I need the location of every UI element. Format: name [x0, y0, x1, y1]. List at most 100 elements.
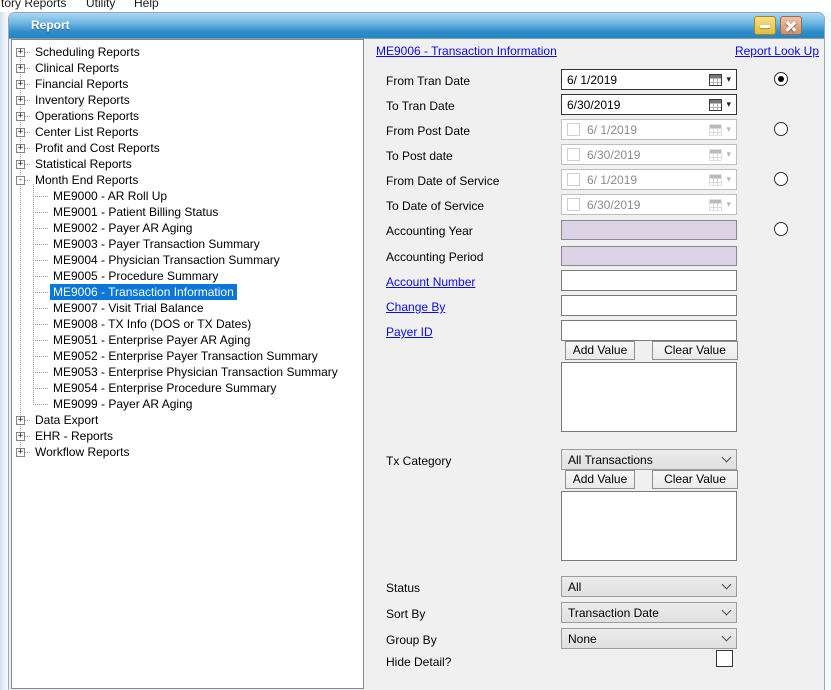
tree-item[interactable]: + Statistical Reports [12, 156, 363, 172]
tree-item-label[interactable]: ME9052 - Enterprise Payer Transaction Su… [50, 348, 321, 364]
tree-item-label[interactable]: Operations Reports [32, 108, 142, 124]
tree-item-label[interactable]: Profit and Cost Reports [32, 140, 163, 156]
tx-category-dropdown[interactable]: All Transactions [561, 449, 737, 470]
report-title-link[interactable]: ME9006 - Transaction Information [376, 44, 557, 58]
tree-item[interactable]: ME9003 - Payer Transaction Summary [12, 236, 363, 252]
tree-item-label[interactable]: Center List Reports [32, 124, 141, 140]
close-button[interactable] [780, 16, 802, 35]
expand-icon[interactable]: + [16, 144, 25, 153]
tree-item-label[interactable]: ME9004 - Physician Transaction Summary [50, 252, 283, 268]
sort-by-dropdown[interactable]: Transaction Date [561, 602, 737, 623]
tree-item[interactable]: + Clinical Reports [12, 60, 363, 76]
payer-id-link[interactable]: Payer ID [386, 325, 433, 339]
tree-item-label[interactable]: ME9054 - Enterprise Procedure Summary [50, 380, 279, 396]
post-date-radio[interactable] [774, 122, 788, 136]
tree-item-label[interactable]: ME9008 - TX Info (DOS or TX Dates) [50, 316, 254, 332]
tree-item[interactable]: + Scheduling Reports [12, 44, 363, 60]
tree-item-label[interactable]: Inventory Reports [32, 92, 133, 108]
date-enable-checkbox[interactable] [567, 148, 580, 161]
calendar-icon[interactable] [709, 74, 722, 86]
date-enable-checkbox[interactable] [567, 123, 580, 136]
collapse-icon[interactable]: - [16, 176, 25, 185]
tree-item[interactable]: + Profit and Cost Reports [12, 140, 363, 156]
to-tran-date-field[interactable]: 6/30/2019 ▾ [561, 94, 737, 115]
tree-item-label[interactable]: Data Export [32, 412, 101, 428]
minimize-button[interactable] [754, 16, 776, 35]
tree-item-label[interactable]: Financial Reports [32, 76, 131, 92]
tree-item-label[interactable]: ME9000 - AR Roll Up [50, 188, 170, 204]
add-value-button[interactable]: Add Value [565, 341, 635, 360]
tree-item-label[interactable]: Month End Reports [32, 172, 141, 188]
tree-item[interactable]: ME9006 - Transaction Information [12, 284, 363, 300]
tree-item[interactable]: ME9054 - Enterprise Procedure Summary [12, 380, 363, 396]
tree-item[interactable]: + Center List Reports [12, 124, 363, 140]
hide-detail-checkbox[interactable] [716, 650, 733, 667]
title-bar[interactable]: Report [9, 13, 824, 39]
clear-value-button[interactable]: Clear Value [652, 341, 738, 360]
expand-icon[interactable]: + [16, 448, 25, 457]
tree-item[interactable]: + Operations Reports [12, 108, 363, 124]
tree-item[interactable]: + EHR - Reports [12, 428, 363, 444]
tree-item[interactable]: ME9052 - Enterprise Payer Transaction Su… [12, 348, 363, 364]
expand-icon[interactable]: + [16, 96, 25, 105]
tree-item-label[interactable]: Clinical Reports [32, 60, 122, 76]
tree-item-label[interactable]: ME9053 - Enterprise Physician Transactio… [50, 364, 341, 380]
tree-item-label[interactable]: ME9099 - Payer AR Aging [50, 396, 195, 412]
menu-item-utility[interactable]: Utility [86, 0, 115, 10]
tree-item[interactable]: ME9008 - TX Info (DOS or TX Dates) [12, 316, 363, 332]
tree-item-label[interactable]: ME9006 - Transaction Information [50, 284, 237, 300]
tree-item[interactable]: + Inventory Reports [12, 92, 363, 108]
tree-item-label[interactable]: ME9002 - Payer AR Aging [50, 220, 195, 236]
tree-item-label[interactable]: ME9051 - Enterprise Payer AR Aging [50, 332, 253, 348]
add-value-button[interactable]: Add Value [565, 470, 635, 489]
expand-icon[interactable]: + [16, 80, 25, 89]
tx-category-listbox[interactable] [561, 491, 737, 561]
expand-icon[interactable]: + [16, 416, 25, 425]
payer-id-input[interactable] [561, 320, 737, 341]
expand-icon[interactable]: + [16, 432, 25, 441]
date-enable-checkbox[interactable] [567, 173, 580, 186]
expand-icon[interactable]: + [16, 48, 25, 57]
tree-item-label[interactable]: ME9005 - Procedure Summary [50, 268, 221, 284]
tree-item[interactable]: ME9001 - Patient Billing Status [12, 204, 363, 220]
tree-item[interactable]: ME9000 - AR Roll Up [12, 188, 363, 204]
group-by-dropdown[interactable]: None [561, 628, 737, 649]
tree-item[interactable]: ME9099 - Payer AR Aging [12, 396, 363, 412]
tree-item[interactable]: ME9002 - Payer AR Aging [12, 220, 363, 236]
tree-item-label[interactable]: EHR - Reports [32, 428, 116, 444]
tree-item[interactable]: ME9005 - Procedure Summary [12, 268, 363, 284]
status-dropdown[interactable]: All [561, 576, 737, 597]
account-number-input[interactable] [561, 270, 737, 291]
tree-item[interactable]: -Month End Reports [12, 172, 363, 188]
dropdown-arrow-icon[interactable]: ▾ [726, 99, 731, 110]
menu-item-reports[interactable]: tory Reports [1, 0, 66, 10]
account-number-link[interactable]: Account Number [386, 275, 475, 289]
expand-icon[interactable]: + [16, 128, 25, 137]
tree-item[interactable]: + Financial Reports [12, 76, 363, 92]
clear-value-button[interactable]: Clear Value [652, 470, 738, 489]
tree-item-label[interactable]: Scheduling Reports [32, 44, 143, 60]
dropdown-arrow-icon[interactable]: ▾ [726, 74, 731, 85]
tree-item-label[interactable]: ME9003 - Payer Transaction Summary [50, 236, 263, 252]
tree-item[interactable]: ME9051 - Enterprise Payer AR Aging [12, 332, 363, 348]
report-lookup-link[interactable]: Report Look Up [735, 44, 819, 58]
tree-item-label[interactable]: Statistical Reports [32, 156, 135, 172]
payer-value-listbox[interactable] [561, 362, 737, 432]
dos-radio[interactable] [774, 172, 788, 186]
tree-item[interactable]: ME9007 - Visit Trial Balance [12, 300, 363, 316]
tran-date-radio[interactable] [774, 72, 788, 86]
expand-icon[interactable]: + [16, 112, 25, 121]
tree-item[interactable]: ME9053 - Enterprise Physician Transactio… [12, 364, 363, 380]
menu-item-help[interactable]: Help [134, 0, 159, 10]
tree-item-label[interactable]: ME9007 - Visit Trial Balance [50, 300, 207, 316]
date-enable-checkbox[interactable] [567, 198, 580, 211]
tree-item-label[interactable]: Workflow Reports [32, 444, 132, 460]
change-by-input[interactable] [561, 295, 737, 316]
accounting-radio[interactable] [774, 222, 788, 236]
from-tran-date-field[interactable]: 6/ 1/2019 ▾ [561, 69, 737, 90]
expand-icon[interactable]: + [16, 160, 25, 169]
tree-item[interactable]: + Data Export [12, 412, 363, 428]
report-tree[interactable]: + Scheduling Reports + Clinical Reports + Fin… [11, 39, 364, 689]
tree-item[interactable]: + Workflow Reports [12, 444, 363, 460]
expand-icon[interactable]: + [16, 64, 25, 73]
